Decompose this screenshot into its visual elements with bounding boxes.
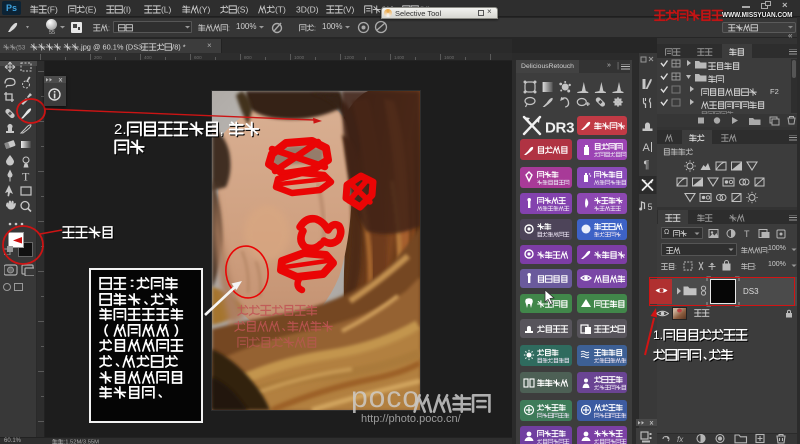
svg-text:A: A [643, 142, 651, 154]
svg-text:DR3: DR3 [545, 120, 574, 137]
svg-text:,: , [220, 121, 224, 138]
svg-text:fx: fx [677, 435, 684, 444]
svg-text:¶: ¶ [644, 159, 650, 171]
svg-text:5: 5 [648, 202, 653, 212]
svg-text:T: T [744, 229, 750, 239]
svg-text:2.: 2. [114, 121, 127, 138]
svg-text::: : [755, 263, 757, 270]
svg-text::: : [675, 263, 677, 270]
